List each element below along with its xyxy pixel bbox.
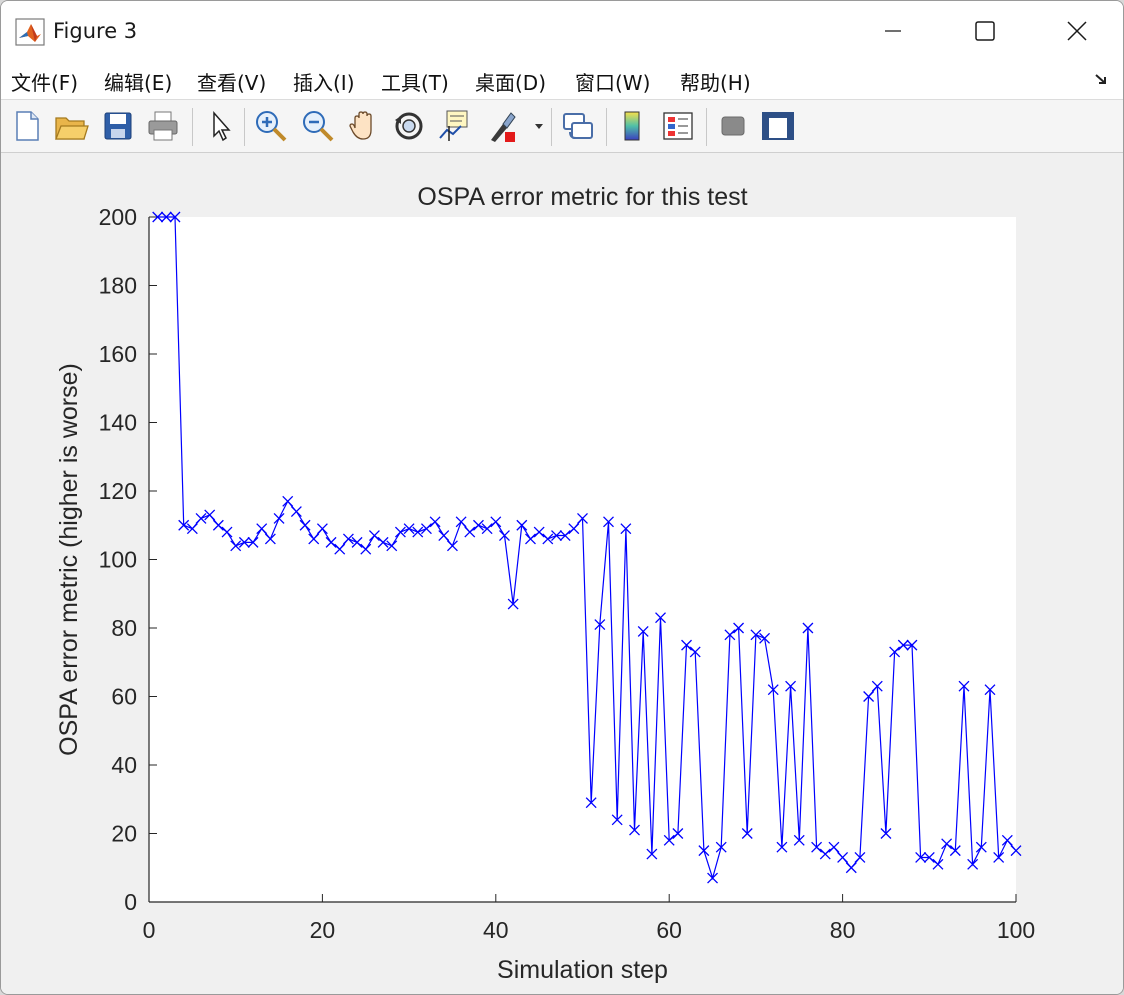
figure-window: Figure 3 文件(F) 编辑(E) 查看(V) 插入(I) 工具(T) 桌… (0, 0, 1124, 995)
zoom-out-icon[interactable] (300, 108, 336, 144)
y-tick-label: 80 (111, 615, 137, 641)
y-tick-label: 40 (111, 752, 137, 778)
hide-plot-tools-icon[interactable] (715, 108, 751, 144)
chart-title: OSPA error metric for this test (417, 183, 747, 211)
menu-help[interactable]: 帮助(H) (680, 67, 751, 96)
link-plot-icon[interactable] (560, 108, 596, 144)
axes-background[interactable] (149, 217, 1016, 902)
zoom-in-icon[interactable] (253, 108, 289, 144)
x-tick-label: 100 (997, 917, 1035, 943)
line-chart: OSPA error metric for this test Simulati… (55, 183, 1035, 984)
data-cursor-icon[interactable] (437, 108, 473, 144)
y-tick-label: 180 (99, 273, 137, 299)
y-tick-label: 0 (124, 889, 137, 915)
menu-view[interactable]: 查看(V) (197, 67, 266, 96)
close-icon (1067, 21, 1087, 41)
colorbar-icon[interactable] (615, 108, 651, 144)
print-icon[interactable] (145, 108, 181, 144)
y-tick-label: 200 (99, 204, 137, 230)
toolbar (1, 100, 1123, 153)
y-tick-label: 20 (111, 821, 137, 847)
toolbar-separator (192, 108, 193, 146)
toolbar-separator (551, 108, 552, 146)
x-tick-label: 80 (830, 917, 856, 943)
x-tick-label: 60 (656, 917, 682, 943)
pan-hand-icon[interactable] (346, 108, 382, 144)
menu-file[interactable]: 文件(F) (11, 67, 78, 96)
matlab-logo-icon (15, 18, 45, 46)
brush-icon[interactable] (485, 108, 521, 144)
menu-edit[interactable]: 编辑(E) (104, 67, 172, 96)
menu-desktop[interactable]: 桌面(D) (475, 67, 546, 96)
menu-window[interactable]: 窗口(W) (575, 67, 650, 96)
rotate-3d-icon[interactable] (391, 108, 427, 144)
toolbar-separator (244, 108, 245, 146)
menu-bar: 文件(F) 编辑(E) 查看(V) 插入(I) 工具(T) 桌面(D) 窗口(W… (1, 61, 1123, 100)
maximize-icon (975, 21, 995, 41)
minimize-icon (885, 30, 901, 32)
minimize-button[interactable] (847, 1, 939, 61)
open-file-icon[interactable] (53, 108, 89, 144)
save-icon[interactable] (100, 108, 136, 144)
new-figure-icon[interactable] (9, 108, 45, 144)
y-tick-label: 100 (99, 547, 137, 573)
menu-insert[interactable]: 插入(I) (293, 67, 355, 96)
maximize-button[interactable] (939, 1, 1031, 61)
legend-icon[interactable] (660, 108, 696, 144)
y-tick-label: 140 (99, 410, 137, 436)
y-tick-label: 120 (99, 478, 137, 504)
toolbar-separator (606, 108, 607, 146)
y-tick-label: 60 (111, 684, 137, 710)
y-axis-label: OSPA error metric (higher is worse) (55, 363, 83, 756)
figure-canvas[interactable]: OSPA error metric for this test Simulati… (1, 153, 1123, 994)
menu-tools[interactable]: 工具(T) (381, 67, 449, 96)
close-button[interactable] (1031, 1, 1123, 61)
chevron-down-icon[interactable] (533, 120, 545, 132)
window-title: Figure 3 (53, 19, 138, 43)
x-tick-label: 40 (483, 917, 509, 943)
y-tick-label: 160 (99, 341, 137, 367)
show-plot-tools-icon[interactable] (760, 108, 796, 144)
select-arrow-icon[interactable] (203, 108, 239, 144)
x-tick-label: 20 (310, 917, 336, 943)
dock-arrow-icon[interactable] (1093, 71, 1111, 89)
toolbar-separator (706, 108, 707, 146)
x-tick-label: 0 (143, 917, 156, 943)
title-bar: Figure 3 (1, 1, 1123, 61)
x-axis-label: Simulation step (497, 956, 668, 984)
